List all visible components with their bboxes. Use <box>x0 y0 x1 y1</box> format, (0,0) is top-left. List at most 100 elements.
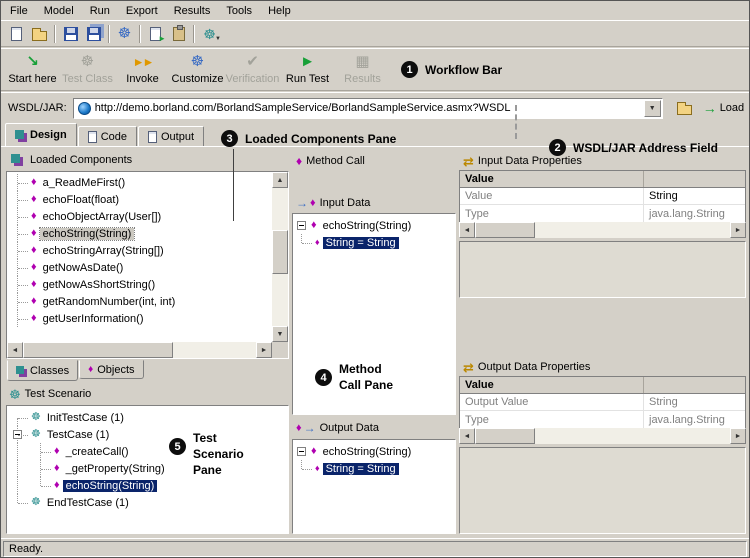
tab-objects[interactable]: ♦ Objects <box>79 360 143 379</box>
pane-title: Output Data Properties <box>478 361 591 373</box>
tree-item[interactable]: ♦getNowAsDate() <box>7 259 288 276</box>
tree-item[interactable]: ☸EndTestCase (1) <box>7 494 288 511</box>
tab-code[interactable]: Code <box>78 126 137 146</box>
scrollbar-thumb[interactable] <box>475 428 535 444</box>
tree-item[interactable]: ♦getNowAsShortString() <box>7 276 288 293</box>
tree-item[interactable]: ☸TestCase (1) <box>7 426 288 443</box>
column-header <box>644 178 745 180</box>
tab-output[interactable]: Output <box>138 126 204 146</box>
export-test-button[interactable]: ► <box>144 23 167 45</box>
menu-help[interactable]: Help <box>260 2 299 20</box>
new-document-icon <box>11 27 22 41</box>
menu-tools[interactable]: Tools <box>218 2 260 20</box>
annotation-label-loaded-components: Loaded Components Pane <box>245 132 396 146</box>
tree-item[interactable]: ♦echoFloat(float) <box>7 191 288 208</box>
output-data-tree[interactable]: ♦echoString(String) ♦String = String <box>292 439 456 534</box>
table-row[interactable]: Type java.lang.String <box>460 205 745 222</box>
menu-run[interactable]: Run <box>82 2 118 20</box>
method-icon: ♦ <box>31 313 37 324</box>
tree-item[interactable]: ♦_createCall() <box>7 443 288 460</box>
output-properties-description <box>459 447 746 534</box>
tree-connector <box>17 225 30 242</box>
scroll-left-button[interactable]: ◄ <box>459 428 475 444</box>
workflow-run-test[interactable]: ► Run Test <box>280 51 335 90</box>
input-properties-description <box>459 241 746 298</box>
scroll-left-button[interactable]: ◄ <box>7 342 23 358</box>
save-all-button[interactable] <box>82 23 105 45</box>
scrollbar-thumb[interactable] <box>475 222 535 238</box>
tree-rail <box>17 460 30 477</box>
scrollbar-thumb[interactable] <box>272 230 288 274</box>
horizontal-scrollbar[interactable]: ◄ ► <box>459 222 746 238</box>
horizontal-scrollbar[interactable]: ◄ ► <box>459 428 746 444</box>
workflow-start-here[interactable]: ↘ Start here <box>5 51 60 90</box>
tree-item[interactable]: ♦echoStringArray(String[]) <box>7 242 288 259</box>
tree-item[interactable]: ☸InitTestCase (1) <box>7 409 288 426</box>
gear-icon: ☸ <box>118 26 131 41</box>
tree-connector <box>17 259 30 276</box>
tree-item-selected[interactable]: ♦echoString(String) <box>7 225 288 242</box>
save-button[interactable] <box>59 23 82 45</box>
menu-file[interactable]: File <box>2 2 36 20</box>
pane-title: Method Call <box>306 155 365 167</box>
paste-button[interactable] <box>167 23 190 45</box>
tree-item[interactable]: ♦a_ReadMeFirst() <box>7 174 288 191</box>
tree-item[interactable]: ♦_getProperty(String) <box>7 460 288 477</box>
tree-item-selected[interactable]: ♦String = String <box>293 460 455 477</box>
wsdl-dropdown-button[interactable]: ▼ <box>644 100 661 117</box>
workflow-invoke[interactable]: ►► Invoke <box>115 51 170 90</box>
browse-wsdl-button[interactable] <box>673 97 697 119</box>
components-button[interactable]: ☸ <box>113 23 136 45</box>
tree-item-label: echoFloat(float) <box>40 194 122 206</box>
tab-design[interactable]: Design <box>5 123 77 146</box>
workflow-verification: ✔ Verification <box>225 51 280 90</box>
app-window: File Model Run Export Results Tools Help… <box>0 0 750 558</box>
workflow-customize[interactable]: ☸ Customize <box>170 51 225 90</box>
tree-item[interactable]: ♦echoObjectArray(User[]) <box>7 208 288 225</box>
load-button[interactable]: → Load <box>703 97 744 119</box>
tree-item[interactable]: ♦echoString(String) <box>293 217 455 234</box>
pane-title: Input Data Properties <box>478 155 582 167</box>
scroll-right-button[interactable]: ► <box>730 222 746 238</box>
menu-results[interactable]: Results <box>166 2 219 20</box>
scroll-down-button[interactable]: ▼ <box>272 326 288 342</box>
property-name: Output Value <box>460 394 644 410</box>
scrollbar-thumb[interactable] <box>23 342 173 358</box>
open-button[interactable] <box>28 23 51 45</box>
annotation-circle-2: 2 <box>549 139 566 156</box>
tree-item-selected[interactable]: ♦String = String <box>293 234 455 251</box>
collapse-toggle[interactable] <box>13 430 22 439</box>
testcase-gear-icon: ☸ <box>31 429 41 440</box>
load-label: Load <box>720 102 744 114</box>
tree-item[interactable]: ♦getRandomNumber(int, int) <box>7 293 288 310</box>
table-row[interactable]: Value String <box>460 188 745 205</box>
scroll-right-button[interactable]: ► <box>256 342 272 358</box>
scroll-left-button[interactable]: ◄ <box>459 222 475 238</box>
wsdl-address-combo[interactable]: ▼ <box>73 98 663 119</box>
tree-connector <box>17 293 30 310</box>
new-button[interactable] <box>5 23 28 45</box>
method-icon: ♦ <box>54 446 60 457</box>
input-data-properties-header: ⇄ Input Data Properties <box>463 152 582 170</box>
menu-model[interactable]: Model <box>36 2 82 20</box>
loaded-components-tree[interactable]: ♦a_ReadMeFirst() ♦echoFloat(float) ♦echo… <box>6 171 289 359</box>
tree-item-selected[interactable]: ♦echoString(String) <box>7 477 288 494</box>
collapse-toggle[interactable] <box>297 221 306 230</box>
tab-classes[interactable]: Classes <box>7 360 78 381</box>
tree-item[interactable]: ♦echoString(String) <box>293 443 455 460</box>
table-row[interactable]: Type java.lang.String <box>460 411 745 428</box>
method-icon: ♦ <box>31 245 37 256</box>
collapse-toggle[interactable] <box>297 447 306 456</box>
verification-icon: ✔ <box>225 52 280 72</box>
scroll-up-button[interactable]: ▲ <box>272 172 288 188</box>
options-button[interactable]: ☸▼ <box>198 23 221 45</box>
menu-export[interactable]: Export <box>118 2 166 20</box>
wsdl-address-input[interactable] <box>95 100 644 117</box>
test-scenario-tree[interactable]: ☸InitTestCase (1) ☸TestCase (1) ♦_create… <box>6 405 289 534</box>
scroll-right-button[interactable]: ► <box>730 428 746 444</box>
save-icon <box>64 27 78 41</box>
vertical-scrollbar[interactable]: ▲ ▼ <box>272 172 288 342</box>
horizontal-scrollbar[interactable]: ◄ ► <box>7 342 272 358</box>
tree-item[interactable]: ♦getUserInformation() <box>7 310 288 327</box>
table-row[interactable]: Output Value String <box>460 394 745 411</box>
